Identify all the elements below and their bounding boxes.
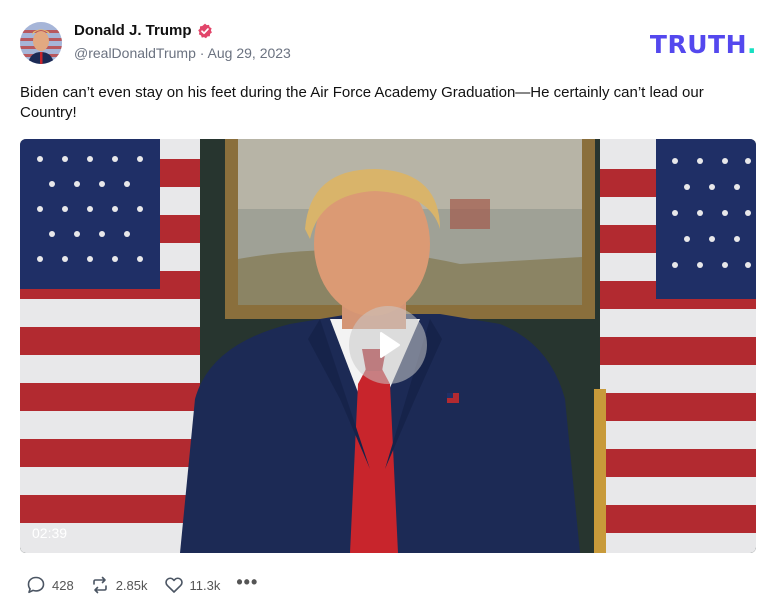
verified-badge-icon [197,23,213,39]
logo-text: TRUTH [649,30,747,59]
retruth-count: 2.85k [115,577,148,593]
play-icon [380,332,400,358]
like-button[interactable]: 11.3k [164,575,221,595]
avatar-image [20,22,62,64]
reply-count: 428 [52,577,74,593]
video-duration: 02:39 [32,525,68,541]
play-button[interactable] [349,306,427,384]
post-header: Donald J. Trump @realDonaldTrump · Aug 2… [20,20,757,66]
author-name[interactable]: Donald J. Trump [74,22,192,39]
logo-dot: . [747,30,757,59]
more-dots-icon: ••• [236,571,259,592]
left-flag [20,139,200,553]
truth-logo[interactable]: TRUTH. [650,30,757,59]
author-handle[interactable]: @realDonaldTrump [74,45,196,61]
heart-icon [164,577,183,593]
right-flag [594,139,756,553]
post-date[interactable]: Aug 29, 2023 [208,45,291,61]
avatar[interactable] [20,22,62,64]
meta-separator: · [199,45,205,61]
more-options-button[interactable]: ••• [236,572,258,593]
like-count: 11.3k [189,577,221,593]
post-text: Biden can’t even stay on his feet during… [20,84,704,121]
post-meta: @realDonaldTrump · Aug 29, 2023 [74,45,291,61]
repost-arrows-icon [92,576,107,594]
post-actions: 428 2.85k 11.3k ••• [26,572,274,596]
retruth-button[interactable]: 2.85k [90,575,148,595]
reply-button[interactable]: 428 [26,575,74,595]
video-player[interactable]: 02:39 [20,139,756,553]
author-row: Donald J. Trump [74,22,213,39]
comment-bubble-icon [27,576,45,594]
